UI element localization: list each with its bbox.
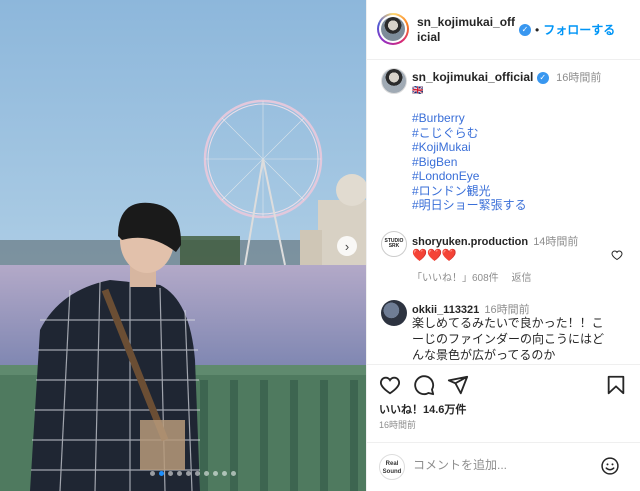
post-header: sn_kojimukai_official ✓ • フォローする — [367, 0, 640, 60]
comment-text: ❤️❤️❤️ — [412, 248, 457, 262]
reply-button[interactable]: 返信 — [511, 273, 531, 284]
carousel-indicator — [150, 471, 236, 476]
post-side-panel: sn_kojimukai_official ✓ • フォローする sn_koji… — [366, 0, 640, 491]
comment-input[interactable] — [413, 458, 593, 472]
heart-icon[interactable] — [379, 374, 401, 396]
hashtag-link[interactable]: #ロンドン観光 — [412, 184, 527, 199]
carousel-dot — [213, 471, 218, 476]
photo-scene — [0, 0, 366, 491]
carousel-dot — [195, 471, 200, 476]
emoji-icon[interactable] — [600, 456, 620, 476]
share-icon[interactable] — [447, 374, 469, 396]
carousel-dot — [168, 471, 173, 476]
hashtag-link[interactable]: #LondonEye — [412, 169, 527, 184]
hashtag-link[interactable]: #KojiMukai — [412, 140, 527, 155]
carousel-dot — [231, 471, 236, 476]
header-avatar[interactable] — [377, 13, 409, 45]
comment-text: 楽しめてるみたいで良かった！！こーじのファインダーの向こうにはどんな景色が広がっ… — [412, 316, 605, 362]
comment-meta: 「いいね！」608件 返信 — [412, 269, 541, 284]
header-username[interactable]: sn_kojimukai_official — [417, 15, 517, 45]
hashtag-link[interactable]: #明日ショー緊張する — [412, 198, 527, 213]
hashtag-link[interactable]: #Burberry — [412, 111, 527, 126]
comment-icon[interactable] — [413, 374, 435, 396]
carousel-dot — [150, 471, 155, 476]
header-separator: • — [535, 22, 540, 37]
header-actions: ✓ • フォローする — [519, 21, 615, 38]
hashtag-link[interactable]: #BigBen — [412, 155, 527, 170]
comment-avatar[interactable] — [381, 300, 407, 326]
likes-count[interactable]: いいね！14.6万件 — [379, 401, 466, 417]
heart-outline-icon[interactable] — [611, 249, 623, 261]
comment-likes[interactable]: 「いいね！」608件 — [412, 273, 499, 284]
caption-header: sn_kojimukai_official ✓ 16時間前 — [412, 69, 601, 85]
caption-avatar[interactable] — [381, 68, 407, 94]
carousel-dot — [222, 471, 227, 476]
hashtag-list: #Burberry #こじぐらむ #KojiMukai #BigBen #Lon… — [412, 111, 527, 213]
caption-username[interactable]: sn_kojimukai_official — [412, 70, 533, 84]
bookmark-icon[interactable] — [605, 374, 627, 396]
current-user-avatar: Real Sound — [379, 454, 405, 480]
chevron-right-icon: › — [344, 238, 350, 254]
carousel-next-button[interactable]: › — [337, 236, 357, 256]
carousel-dot — [204, 471, 209, 476]
post-photo[interactable]: › — [0, 0, 366, 491]
caption-time: 16時間前 — [556, 72, 602, 84]
follow-button[interactable]: フォローする — [543, 21, 615, 38]
carousel-dot-active — [159, 471, 164, 476]
comment-avatar[interactable]: STUDIO SRK — [381, 231, 407, 257]
verified-badge-icon: ✓ — [536, 71, 549, 84]
hashtag-link[interactable]: #こじぐらむ — [412, 126, 527, 141]
carousel-dot — [177, 471, 182, 476]
caption-flag: 🇬🇧 — [412, 85, 424, 95]
carousel-dot — [186, 471, 191, 476]
verified-badge-icon: ✓ — [519, 23, 531, 36]
post-timestamp: 16時間前 — [379, 420, 417, 430]
comment-bar: Real Sound — [367, 442, 640, 491]
post-actions: いいね！14.6万件 16時間前 — [367, 364, 640, 436]
